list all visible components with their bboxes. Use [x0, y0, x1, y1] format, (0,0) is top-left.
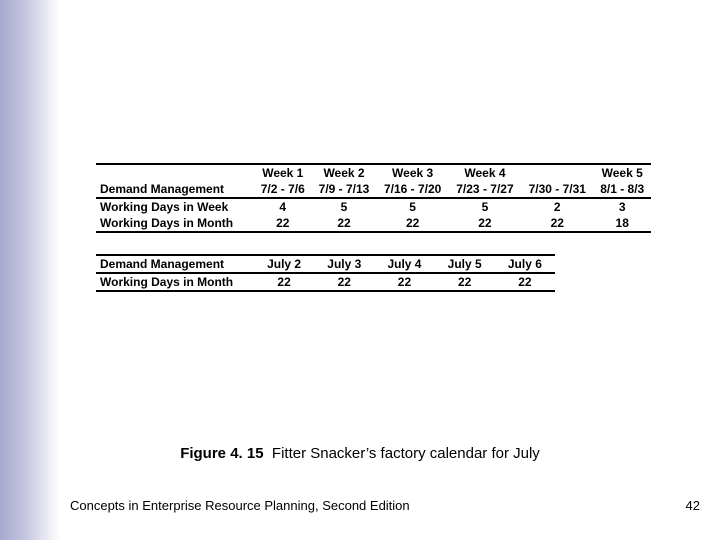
col-head-week3: Week 3	[376, 164, 448, 181]
footer-page-number: 42	[686, 498, 700, 513]
figure-caption: Figure 4. 15 Fitter Snacker’s factory ca…	[0, 445, 720, 462]
day-head-4: July 5	[435, 255, 495, 273]
date-range-3: 7/16 - 7/20	[376, 181, 448, 198]
day-head-1: July 2	[254, 255, 314, 273]
wdm2-4: 22	[435, 273, 495, 291]
day-head-5: July 6	[495, 255, 555, 273]
wdm2-1: 22	[254, 273, 314, 291]
cell-blank	[96, 164, 254, 181]
weekly-calendar-table: Week 1 Week 2 Week 3 Week 4 Week 5 Deman…	[96, 163, 651, 233]
wdw-1: 4	[254, 198, 312, 215]
wdm-3: 22	[376, 215, 448, 232]
date-range-6: 8/1 - 8/3	[593, 181, 651, 198]
wdm2-3: 22	[374, 273, 434, 291]
row-label-working-days-week: Working Days in Week	[96, 198, 254, 215]
date-range-5: 7/30 - 7/31	[521, 181, 593, 198]
wdw-5: 2	[521, 198, 593, 215]
wdw-3: 5	[376, 198, 448, 215]
figure-number: Figure 4. 15	[180, 445, 263, 462]
col-head-week4: Week 4	[449, 164, 521, 181]
wdw-4: 5	[449, 198, 521, 215]
wdw-2: 5	[312, 198, 377, 215]
row-label-demand-management: Demand Management	[96, 181, 254, 198]
col-head-week2: Week 2	[312, 164, 377, 181]
wdm-5: 22	[521, 215, 593, 232]
day-head-3: July 4	[374, 255, 434, 273]
row-label-demand-management-2: Demand Management	[96, 255, 254, 273]
wdm-1: 22	[254, 215, 312, 232]
col-head-week4b	[521, 164, 593, 181]
wdm2-5: 22	[495, 273, 555, 291]
col-head-week1: Week 1	[254, 164, 312, 181]
date-range-4: 7/23 - 7/27	[449, 181, 521, 198]
wdm2-2: 22	[314, 273, 374, 291]
slide-content: Week 1 Week 2 Week 3 Week 4 Week 5 Deman…	[0, 0, 720, 540]
row-label-working-days-month: Working Days in Month	[96, 215, 254, 232]
wdm-6: 18	[593, 215, 651, 232]
wdw-6: 3	[593, 198, 651, 215]
date-range-1: 7/2 - 7/6	[254, 181, 312, 198]
footer-book-title: Concepts in Enterprise Resource Planning…	[70, 498, 410, 513]
col-head-week5: Week 5	[593, 164, 651, 181]
day-head-2: July 3	[314, 255, 374, 273]
row-label-working-days-month-2: Working Days in Month	[96, 273, 254, 291]
date-range-2: 7/9 - 7/13	[312, 181, 377, 198]
daily-calendar-table: Demand Management July 2 July 3 July 4 J…	[96, 254, 555, 292]
wdm-4: 22	[449, 215, 521, 232]
wdm-2: 22	[312, 215, 377, 232]
figure-caption-text: Fitter Snacker’s factory calendar for Ju…	[272, 445, 540, 462]
